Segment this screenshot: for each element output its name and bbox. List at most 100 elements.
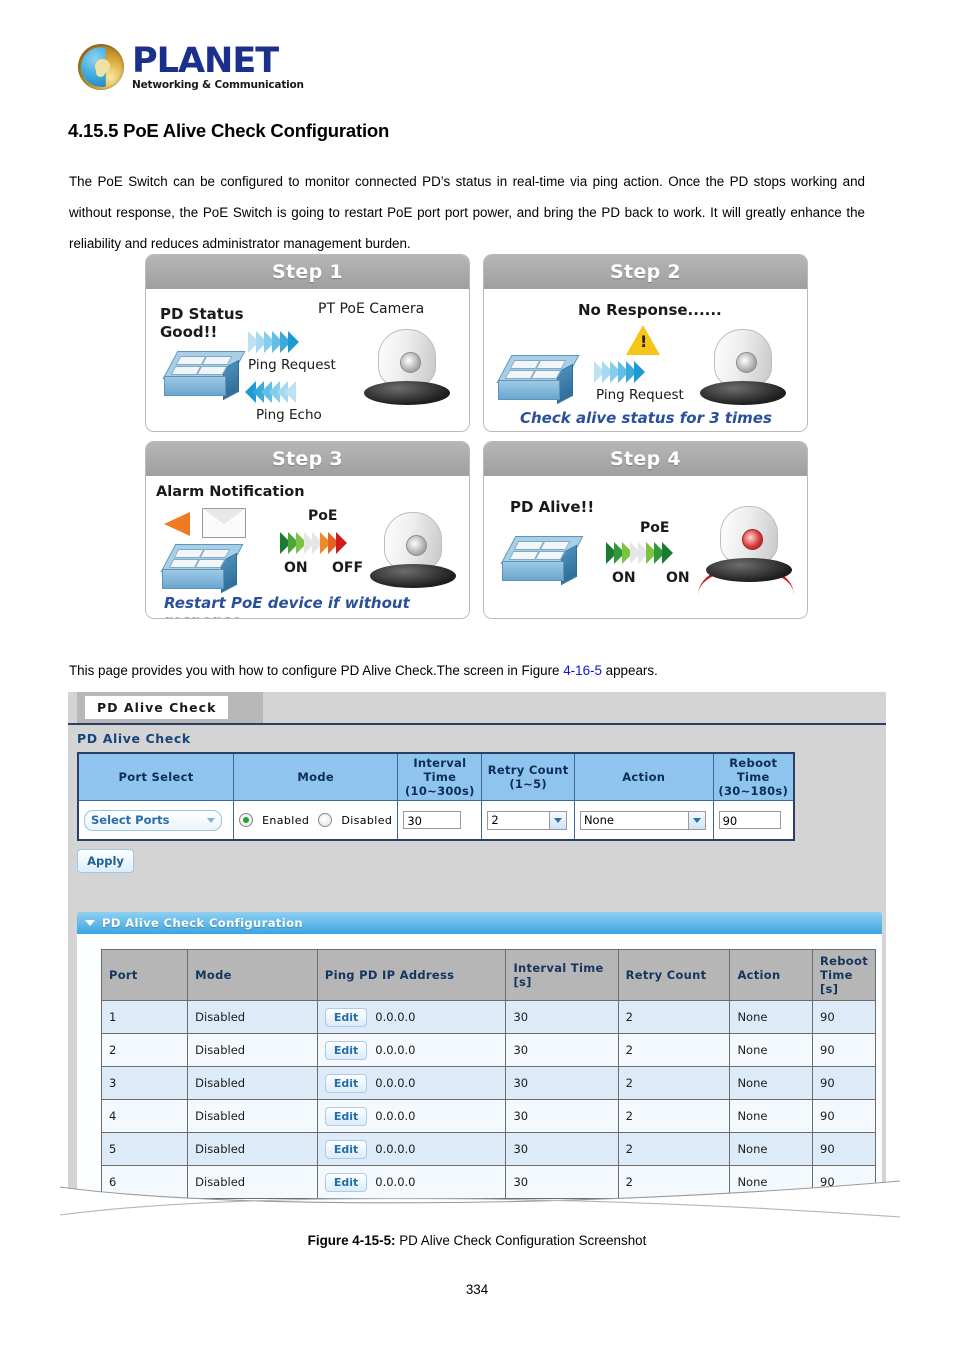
- step-1-peer-label: PT PoE Camera: [318, 301, 425, 317]
- step-1-body: PD Status Good!! PT PoE Camera Ping Requ…: [146, 289, 469, 431]
- step-card-1: Step 1 PD Status Good!! PT PoE Camera Pi…: [145, 254, 470, 432]
- pt-poe-camera-icon: [706, 504, 792, 582]
- cell-port: 5: [100, 1132, 189, 1166]
- action-value: None: [583, 813, 614, 827]
- config-section-title: PD Alive Check Configuration: [102, 916, 304, 930]
- cell-interval: 30: [505, 1066, 619, 1100]
- cell-reboot-time: 90: [712, 800, 795, 841]
- cell-mode: Disabled: [187, 1132, 318, 1166]
- cell-interval: 30: [505, 1033, 619, 1067]
- edit-button[interactable]: Edit: [324, 1040, 368, 1060]
- ui-header-divider: [68, 723, 886, 725]
- ip-value: 0.0.0.0: [375, 1075, 416, 1090]
- cell-port: 1: [100, 1000, 189, 1034]
- step-3-alarm-label: Alarm Notification: [156, 484, 305, 500]
- cell-mode: Disabled: [187, 1099, 318, 1133]
- select-ports-value: Select Ports: [91, 813, 170, 827]
- cell-port: 4: [100, 1099, 189, 1133]
- screen-ref-prefix: This page provides you with how to confi…: [69, 663, 564, 678]
- page-number: 334: [465, 1282, 489, 1297]
- cell-mode: Disabled: [187, 1000, 318, 1034]
- table-row: 2 Disabled Edit 0.0.0.0 30 2 None 90: [100, 1033, 876, 1067]
- screen-ref-suffix: appears.: [601, 663, 658, 678]
- col-mode: Mode: [187, 949, 318, 1001]
- figure-caption: Figure 4-15-5: PD Alive Check Configurat…: [0, 1233, 954, 1248]
- header-reboot-time: Reboot Time (30~180s): [712, 752, 795, 801]
- tab-pd-alive-check[interactable]: PD Alive Check: [85, 696, 229, 719]
- edit-button[interactable]: Edit: [324, 1106, 368, 1126]
- step-1-ping-echo-label: Ping Echo: [256, 407, 322, 423]
- retry-count-select[interactable]: 2: [487, 810, 568, 830]
- select-ports-dropdown[interactable]: Select Ports: [84, 809, 222, 831]
- cell-ip: Edit 0.0.0.0: [316, 1033, 507, 1067]
- step-4-device-label: PD Alive!!: [510, 498, 595, 516]
- cell-action: None: [573, 800, 714, 841]
- figure-link[interactable]: 4-16-5: [563, 663, 602, 678]
- edit-button[interactable]: Edit: [324, 1139, 368, 1159]
- cell-ip: Edit 0.0.0.0: [316, 1066, 507, 1100]
- step-1-device-label-line2: Good!!: [160, 323, 218, 341]
- pd-alive-check-configuration-header[interactable]: PD Alive Check Configuration: [77, 912, 882, 934]
- alarm-arrow-icon: [164, 512, 190, 536]
- cell-mode: Enabled Disabled: [233, 800, 399, 841]
- apply-button[interactable]: Apply: [77, 849, 134, 873]
- step-4-state-from: ON: [612, 570, 636, 586]
- table-row: 5 Disabled Edit 0.0.0.0 30 2 None 90: [100, 1132, 876, 1166]
- cell-reboot: 90: [812, 1066, 876, 1100]
- ip-value: 0.0.0.0: [375, 1009, 416, 1024]
- brand-tagline: Networking & Communication: [132, 79, 304, 91]
- col-port: Port: [100, 949, 189, 1001]
- cell-action: None: [729, 1000, 813, 1034]
- ping-echo-arrow-icon: [245, 381, 296, 403]
- table-header-row: Port Mode Ping PD IP Address Interval Ti…: [100, 949, 876, 1001]
- chevron-down-icon: [549, 811, 567, 829]
- col-retry-count: Retry Count: [617, 949, 731, 1001]
- pt-poe-camera-icon: [700, 327, 786, 405]
- radio-disabled-label: Disabled: [341, 813, 393, 827]
- radio-enabled[interactable]: [239, 813, 254, 827]
- radio-enabled-label: Enabled: [262, 813, 310, 827]
- col-action: Action: [729, 949, 813, 1001]
- header-port-select: Port Select: [77, 752, 235, 801]
- header-retry-count: Retry Count (1~5): [481, 752, 575, 801]
- cell-reboot: 90: [812, 1099, 876, 1133]
- envelope-icon: [202, 508, 246, 538]
- mode-radio-group: Enabled Disabled: [239, 813, 392, 827]
- ping-request-arrow-icon: [248, 331, 299, 353]
- cell-ip: Edit 0.0.0.0: [316, 1099, 507, 1133]
- step-4-state-to: ON: [666, 570, 690, 586]
- cell-reboot: 90: [812, 1000, 876, 1034]
- switch-icon: [496, 355, 580, 405]
- action-select[interactable]: None: [579, 810, 706, 830]
- cell-interval: 30: [505, 1132, 619, 1166]
- step-3-state-from: ON: [284, 560, 308, 576]
- cell-action: None: [729, 1066, 813, 1100]
- intro-paragraph: The PoE Switch can be configured to moni…: [69, 174, 865, 251]
- cell-retry: 2: [617, 1033, 731, 1067]
- reboot-time-input[interactable]: 90: [718, 811, 781, 829]
- pt-poe-camera-icon: [370, 510, 456, 588]
- interval-time-input[interactable]: 30: [403, 811, 462, 829]
- step-1-device-label-line1: PD Status: [160, 305, 244, 323]
- step-1-title: Step 1: [146, 255, 469, 289]
- step-card-4: Step 4 PD Alive!! PoE ON ON: [483, 441, 808, 619]
- header-mode: Mode: [233, 752, 399, 801]
- warning-exclamation: !: [640, 332, 648, 351]
- step-2-footer: Check alive status for 3 times: [520, 409, 772, 427]
- radio-disabled[interactable]: [318, 813, 333, 827]
- planet-logo: PLANET Networking & Communication: [78, 44, 304, 91]
- cell-action: None: [729, 1033, 813, 1067]
- step-4-title: Step 4: [484, 442, 807, 476]
- ip-value: 0.0.0.0: [375, 1141, 416, 1156]
- pt-poe-camera-icon: [364, 327, 450, 405]
- cell-reboot: 90: [812, 1132, 876, 1166]
- edit-button[interactable]: Edit: [324, 1073, 368, 1093]
- planet-logo-text: PLANET Networking & Communication: [132, 44, 304, 91]
- cell-interval-time: 30: [397, 800, 483, 841]
- cell-port: 2: [100, 1033, 189, 1067]
- page-curl-decoration: [60, 1175, 900, 1225]
- retry-count-value: 2: [491, 813, 499, 827]
- edit-button[interactable]: Edit: [324, 1007, 368, 1027]
- step-card-3: Step 3 Alarm Notification PoE ON OFF Res…: [145, 441, 470, 619]
- cell-action: None: [729, 1099, 813, 1133]
